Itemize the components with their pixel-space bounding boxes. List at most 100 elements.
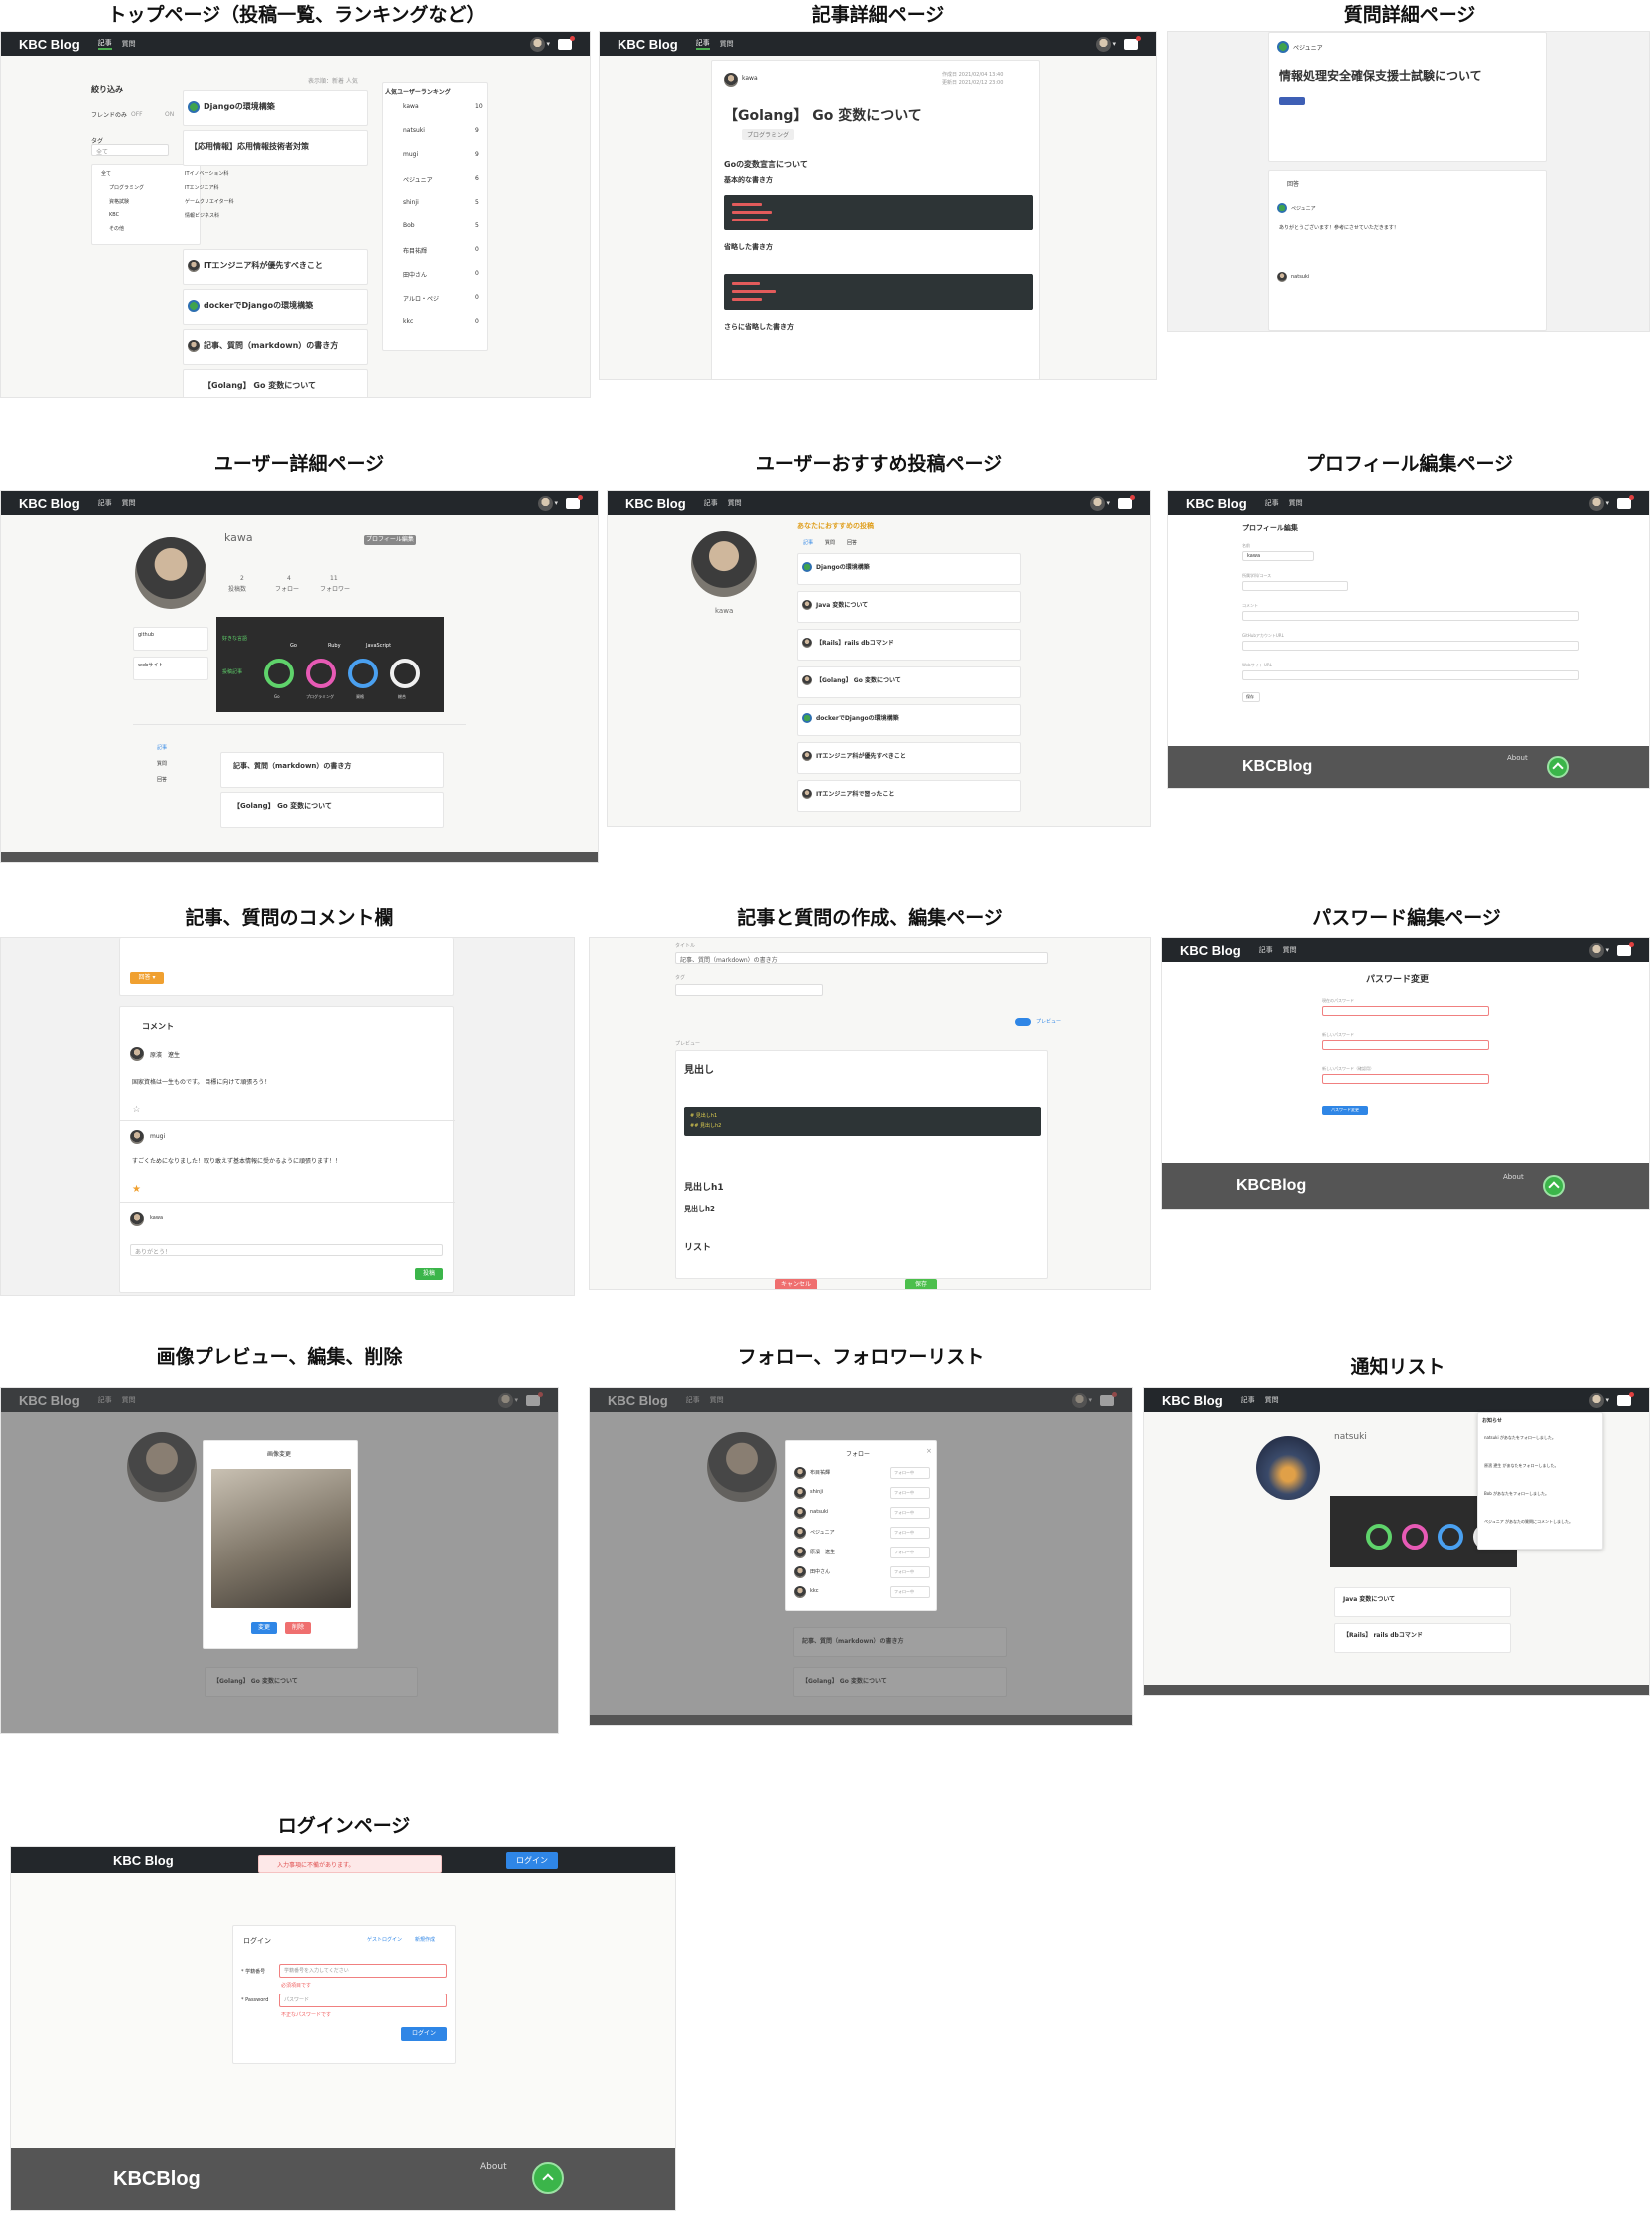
- bell-icon[interactable]: [1617, 494, 1634, 509]
- website-input[interactable]: [1242, 670, 1579, 680]
- follow-toggle-button[interactable]: フォロー中: [890, 1566, 930, 1578]
- rec-post-card[interactable]: 【Rails】rails dbコマンド: [797, 629, 1021, 661]
- notice-item[interactable]: Bob があなたをフォローしました。: [1484, 1491, 1549, 1497]
- profile-edit-button[interactable]: プロフィール編集: [364, 535, 416, 545]
- follower-name[interactable]: kkc: [810, 1588, 819, 1594]
- cancel-button[interactable]: キャンセル: [775, 1279, 817, 1289]
- scroll-top-button[interactable]: [1543, 1175, 1565, 1197]
- star-icon[interactable]: ☆: [132, 1105, 141, 1115]
- ranking-user[interactable]: アルロ・ペジ: [403, 294, 439, 303]
- bell-icon[interactable]: [1617, 1391, 1634, 1406]
- image-change-button[interactable]: 変更: [251, 1622, 277, 1634]
- nav-tab-questions[interactable]: 質問: [1283, 945, 1297, 955]
- star-icon[interactable]: ★: [132, 1184, 141, 1195]
- profile-save-button[interactable]: 保存: [1242, 692, 1260, 702]
- login-button[interactable]: ログイン: [506, 1851, 558, 1869]
- post-card[interactable]: 【Golang】 Go 変数について: [183, 369, 368, 397]
- post-card[interactable]: ITエンジニア科が優先すべきこと: [183, 249, 368, 285]
- article-tag[interactable]: プログラミング: [742, 129, 795, 140]
- ranking-user[interactable]: Bob: [403, 222, 415, 229]
- footer-logo[interactable]: KBCBlog: [113, 2168, 201, 2191]
- nav-tab-questions[interactable]: 質問: [720, 39, 734, 49]
- nav-tab-articles[interactable]: 記事: [695, 38, 710, 50]
- footer-logo[interactable]: KBCBlog: [1242, 758, 1312, 776]
- question-tag[interactable]: [1279, 97, 1305, 105]
- tag-input[interactable]: [675, 984, 823, 996]
- image-delete-button[interactable]: 削除: [285, 1622, 311, 1634]
- tag-select[interactable]: 全て: [91, 144, 169, 156]
- tag-menu-item[interactable]: その他: [109, 225, 124, 232]
- close-icon[interactable]: ×: [926, 1447, 932, 1455]
- bell-icon[interactable]: [566, 494, 583, 509]
- footer-about[interactable]: About: [1503, 1173, 1524, 1181]
- nav-tab-articles[interactable]: 記事: [98, 498, 112, 508]
- password-change-button[interactable]: パスワード変更: [1322, 1106, 1368, 1115]
- student-id-input[interactable]: 学籍番号を入力してください: [279, 1964, 447, 1978]
- ranking-user[interactable]: mugi: [403, 151, 418, 158]
- ranking-user[interactable]: 田中さん: [403, 270, 427, 279]
- author-name[interactable]: kawa: [742, 75, 758, 82]
- nav-tab-questions[interactable]: 質問: [1265, 1395, 1279, 1405]
- post-card[interactable]: dockerでDjangoの環境構築: [183, 289, 368, 325]
- preview-toggle[interactable]: [1015, 1018, 1031, 1026]
- posts-count[interactable]: 2: [240, 575, 244, 582]
- rec-tab[interactable]: 質問: [825, 539, 835, 546]
- nav-logo[interactable]: KBC Blog: [625, 496, 686, 511]
- preview-switch-label[interactable]: プレビュー: [1036, 1018, 1061, 1025]
- follower-name[interactable]: ペジュニア: [810, 1529, 835, 1536]
- rec-post-card[interactable]: dockerでDjangoの環境構築: [797, 704, 1021, 736]
- scroll-top-button[interactable]: [532, 2162, 564, 2194]
- follower-avatar[interactable]: [794, 1527, 806, 1539]
- nav-logo[interactable]: KBC Blog: [1186, 496, 1247, 511]
- notice-item[interactable]: natsuki があなたをフォローしました。: [1484, 1435, 1556, 1441]
- nav-tab-questions[interactable]: 質問: [122, 498, 136, 508]
- tag-menu-item[interactable]: 資格試験: [109, 198, 129, 205]
- nav-tab-articles[interactable]: 記事: [704, 498, 718, 508]
- avatar[interactable]: [1589, 1392, 1605, 1408]
- follower-avatar[interactable]: [794, 1547, 806, 1558]
- bell-icon[interactable]: [558, 35, 575, 50]
- post-card[interactable]: 【応用情報】応用情報技術者対策: [183, 130, 368, 166]
- tag-menu-item[interactable]: 全て: [101, 170, 111, 177]
- follower-avatar[interactable]: [794, 1507, 806, 1519]
- follow-toggle-button[interactable]: フォロー中: [890, 1467, 930, 1479]
- title-input[interactable]: 記事、質問（markdown）の書き方: [675, 952, 1048, 964]
- follower-name[interactable]: 布目祐輝: [810, 1469, 830, 1476]
- side-tab[interactable]: 記事: [157, 744, 167, 751]
- confirm-password-input[interactable]: [1322, 1074, 1489, 1084]
- login-submit-button[interactable]: ログイン: [401, 2027, 447, 2041]
- avatar[interactable]: [1589, 942, 1605, 958]
- author-avatar[interactable]: [1277, 41, 1289, 53]
- comment-user[interactable]: 原濱 遼生: [150, 1050, 180, 1059]
- nav-logo[interactable]: KBC Blog: [19, 37, 80, 52]
- user-post-card[interactable]: 【Golang】 Go 変数について: [220, 792, 444, 828]
- notice-item[interactable]: ペジュニア があなたの質問にコメントしました。: [1484, 1519, 1573, 1525]
- submenu-item[interactable]: 情報ビジネス科: [185, 212, 219, 219]
- nav-tab-articles[interactable]: 記事: [1241, 1395, 1255, 1405]
- ranking-user[interactable]: kawa: [403, 103, 419, 110]
- nav-logo[interactable]: KBC Blog: [1180, 943, 1241, 958]
- side-tab[interactable]: 質問: [157, 760, 167, 767]
- side-tab[interactable]: 回答: [157, 776, 167, 783]
- bell-icon[interactable]: [1118, 494, 1135, 509]
- tag-menu-item[interactable]: KBC: [109, 212, 119, 218]
- rec-post-card[interactable]: ITエンジニア科で習ったこと: [797, 780, 1021, 812]
- bell-icon[interactable]: [1124, 35, 1141, 50]
- follower-name[interactable]: shinji: [810, 1489, 823, 1495]
- follower-avatar[interactable]: [794, 1566, 806, 1578]
- answer-button[interactable]: 回答 ▾: [130, 972, 164, 984]
- toggle-off[interactable]: OFF: [131, 111, 143, 118]
- avatar[interactable]: [1096, 36, 1112, 52]
- author-name[interactable]: ペジュニア: [1293, 43, 1323, 52]
- post-card[interactable]: 記事、質問（markdown）の書き方: [183, 329, 368, 365]
- nav-tab-articles[interactable]: 記事: [1265, 498, 1279, 508]
- nav-logo[interactable]: KBC Blog: [113, 1853, 174, 1868]
- github-input[interactable]: [1242, 641, 1579, 651]
- avatar[interactable]: [1589, 495, 1605, 511]
- rec-tab[interactable]: 記事: [803, 539, 813, 546]
- notice-post-card[interactable]: Java 変数について: [1334, 1587, 1511, 1617]
- comment-submit-button[interactable]: 投稿: [415, 1268, 443, 1280]
- nav-logo[interactable]: KBC Blog: [618, 37, 678, 52]
- follow-toggle-button[interactable]: フォロー中: [890, 1586, 930, 1598]
- follower-name[interactable]: 原濱 遼生: [810, 1549, 835, 1555]
